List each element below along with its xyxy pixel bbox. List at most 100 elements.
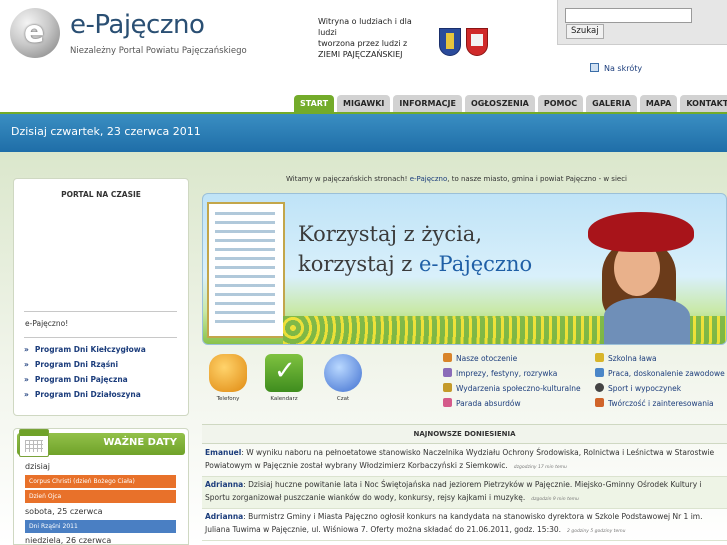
pencil-icon [443, 398, 452, 407]
category-link[interactable]: Wydarzenia społeczno-kulturalne [443, 383, 581, 393]
chat-icon [324, 354, 362, 392]
category-label: Twórczość i zainteresowania [608, 399, 714, 408]
news-time: 2 godziny 5 godziny temu [567, 528, 626, 534]
date-banner: Dzisiaj czwartek, 23 czerwca 2011 [0, 114, 727, 152]
news-item[interactable]: Adrianna: Dzisiaj huczne powitanie lata … [202, 477, 727, 509]
category-link[interactable]: Imprezy, festyny, rozrywka [443, 368, 557, 378]
tagline-line: tworzona przez ludzi z [318, 39, 408, 48]
nav-tab-mapa[interactable]: MAPA [639, 95, 678, 112]
shortcuts-link[interactable]: Na skróty [590, 63, 642, 73]
phones-tile[interactable]: Telefony [206, 354, 250, 402]
chevron-right-icon: » [24, 390, 29, 399]
banner-brand: e-Pajęczno [419, 252, 533, 276]
chevron-right-icon: » [24, 360, 29, 369]
program-link[interactable]: » Program Dni Pajęczna [24, 375, 128, 384]
banner-text: korzystaj z [298, 252, 419, 276]
news-text: : Burmistrz Gminy i Miasta Pajęczno ogło… [205, 512, 703, 534]
news-item[interactable]: Emanuel: W wyniku naboru na pełnoetatowe… [202, 445, 727, 477]
day-label: dzisiaj [25, 462, 51, 471]
link-label: Program Dni Rząśni [34, 360, 119, 369]
panel-title: PORTAL NA CZASIE [61, 190, 141, 199]
nav-tab-galeria[interactable]: GALERIA [586, 95, 637, 112]
shortcuts-label: Na skróty [604, 64, 643, 73]
calendar-check-icon [265, 354, 303, 392]
category-label: Wydarzenia społeczno-kulturalne [456, 384, 581, 393]
program-link[interactable]: » Program Dni Kiełczygłowa [24, 345, 146, 354]
nav-tab-migawki[interactable]: MIGAWKI [337, 95, 391, 112]
category-link[interactable]: Sport i wypoczynek [595, 383, 681, 393]
category-link[interactable]: Twórczość i zainteresowania [595, 398, 714, 408]
chevron-right-icon: » [24, 375, 29, 384]
category-label: Nasze otoczenie [456, 354, 518, 363]
nav-tab-kontakt[interactable]: KONTAKT [680, 95, 727, 112]
link-label: Program Dni Kiełczygłowa [34, 345, 146, 354]
day-label: sobota, 25 czerwca [25, 507, 103, 516]
tile-label: Czat [336, 396, 350, 402]
tagline-line: ZIEMI PAJĘCZAŃSKIEJ [318, 50, 403, 59]
divider [24, 311, 177, 312]
palette-icon [595, 398, 604, 407]
category-label: Sport i wypoczynek [608, 384, 682, 393]
event-bar[interactable]: Dni Rząśni 2011 [25, 520, 176, 533]
girl-with-hat-image [586, 212, 696, 344]
event-bar[interactable]: Corpus Christi (dzień Bożego Ciała) [25, 475, 176, 488]
news-author[interactable]: Adrianna [205, 512, 243, 521]
phone-icon [209, 354, 247, 392]
news-author[interactable]: Emanuel [205, 448, 241, 457]
window-icon [590, 63, 599, 72]
news-time: dzgodziny 17 min temu [513, 464, 567, 470]
category-link[interactable]: Parada absurdów [443, 398, 521, 408]
category-link[interactable]: Praca, doskonalenie zawodowe [595, 368, 725, 378]
nav-tab-ogloszenia[interactable]: OGŁOSZENIA [464, 95, 535, 112]
program-link[interactable]: » Program Dni Rząśni [24, 360, 118, 369]
house-icon [443, 353, 452, 362]
search-input[interactable] [565, 8, 692, 23]
welcome-part: , to nasze miasto, gmina i powiat Pajęcz… [447, 175, 628, 183]
event-bar[interactable]: Dzień Ojca [25, 490, 176, 503]
nav-tab-pomoc[interactable]: POMOC [537, 95, 584, 112]
theatre-icon [443, 383, 452, 392]
tile-label: Kalendarz [270, 396, 298, 402]
music-icon [443, 368, 452, 377]
logo-icon[interactable]: e [10, 8, 60, 58]
category-link[interactable]: Nasze otoczenie [443, 353, 517, 363]
website-preview-image [207, 202, 285, 338]
news-text: : W wyniku naboru na pełnoetatowe stanow… [205, 448, 715, 470]
day-label: niedziela, 26 czerwca [25, 536, 112, 545]
link-label: Program Dni Pajęczna [34, 375, 128, 384]
category-label: Szkolna ława [608, 354, 657, 363]
coat-of-arms-icon [439, 28, 461, 56]
nav-tab-informacje[interactable]: INFORMACJE [393, 95, 462, 112]
news-text: : Dzisiaj huczne powitanie lata i Noc Św… [205, 480, 702, 502]
category-label: Praca, doskonalenie zawodowe [608, 369, 725, 378]
current-date: Dzisiaj czwartek, 23 czerwca 2011 [11, 125, 201, 138]
chevron-right-icon: » [24, 345, 29, 354]
chat-tile[interactable]: Czat [321, 354, 365, 402]
category-label: Parada absurdów [456, 399, 521, 408]
news-header: NAJNOWSZE DONIESIENIA [202, 424, 727, 444]
ball-icon [595, 383, 604, 392]
calendar-icon [19, 429, 49, 457]
news-author[interactable]: Adrianna [205, 480, 243, 489]
category-link[interactable]: Szkolna ława [595, 353, 657, 363]
news-time: dzgodzin 9 min temu [531, 496, 579, 502]
site-title[interactable]: e-Pajęczno [70, 10, 205, 40]
nav-tab-start[interactable]: START [294, 95, 335, 112]
program-link[interactable]: » Program Dni Działoszyna [24, 390, 141, 399]
search-box: Szukaj [557, 0, 727, 45]
site-subtitle: Niezależny Portal Powiatu Pajęczańskiego [70, 46, 247, 56]
welcome-text: Witamy w pajęczańskich stronach! e-Pajęc… [286, 175, 627, 183]
tools-icon [595, 368, 604, 377]
tile-label: Telefony [216, 396, 240, 402]
school-icon [595, 353, 604, 362]
news-title: NAJNOWSZE DONIESIENIA [413, 430, 516, 438]
tagline-line: Witryna o ludziach i dla ludzi [318, 17, 412, 37]
banner-headline: korzystaj z e-Pajęczno [298, 252, 532, 276]
calendar-tile[interactable]: Kalendarz [262, 354, 306, 402]
news-item[interactable]: Adrianna: Burmistrz Gminy i Miasta Pajęc… [202, 509, 727, 541]
divider [24, 337, 177, 338]
search-button[interactable]: Szukaj [566, 24, 604, 39]
main-nav: START MIGAWKI INFORMACJE OGŁOSZENIA POMO… [294, 95, 727, 112]
coat-of-arms-icon [466, 28, 488, 56]
promo-banner[interactable]: Korzystaj z życia, korzystaj z e-Pajęczn… [202, 193, 727, 345]
